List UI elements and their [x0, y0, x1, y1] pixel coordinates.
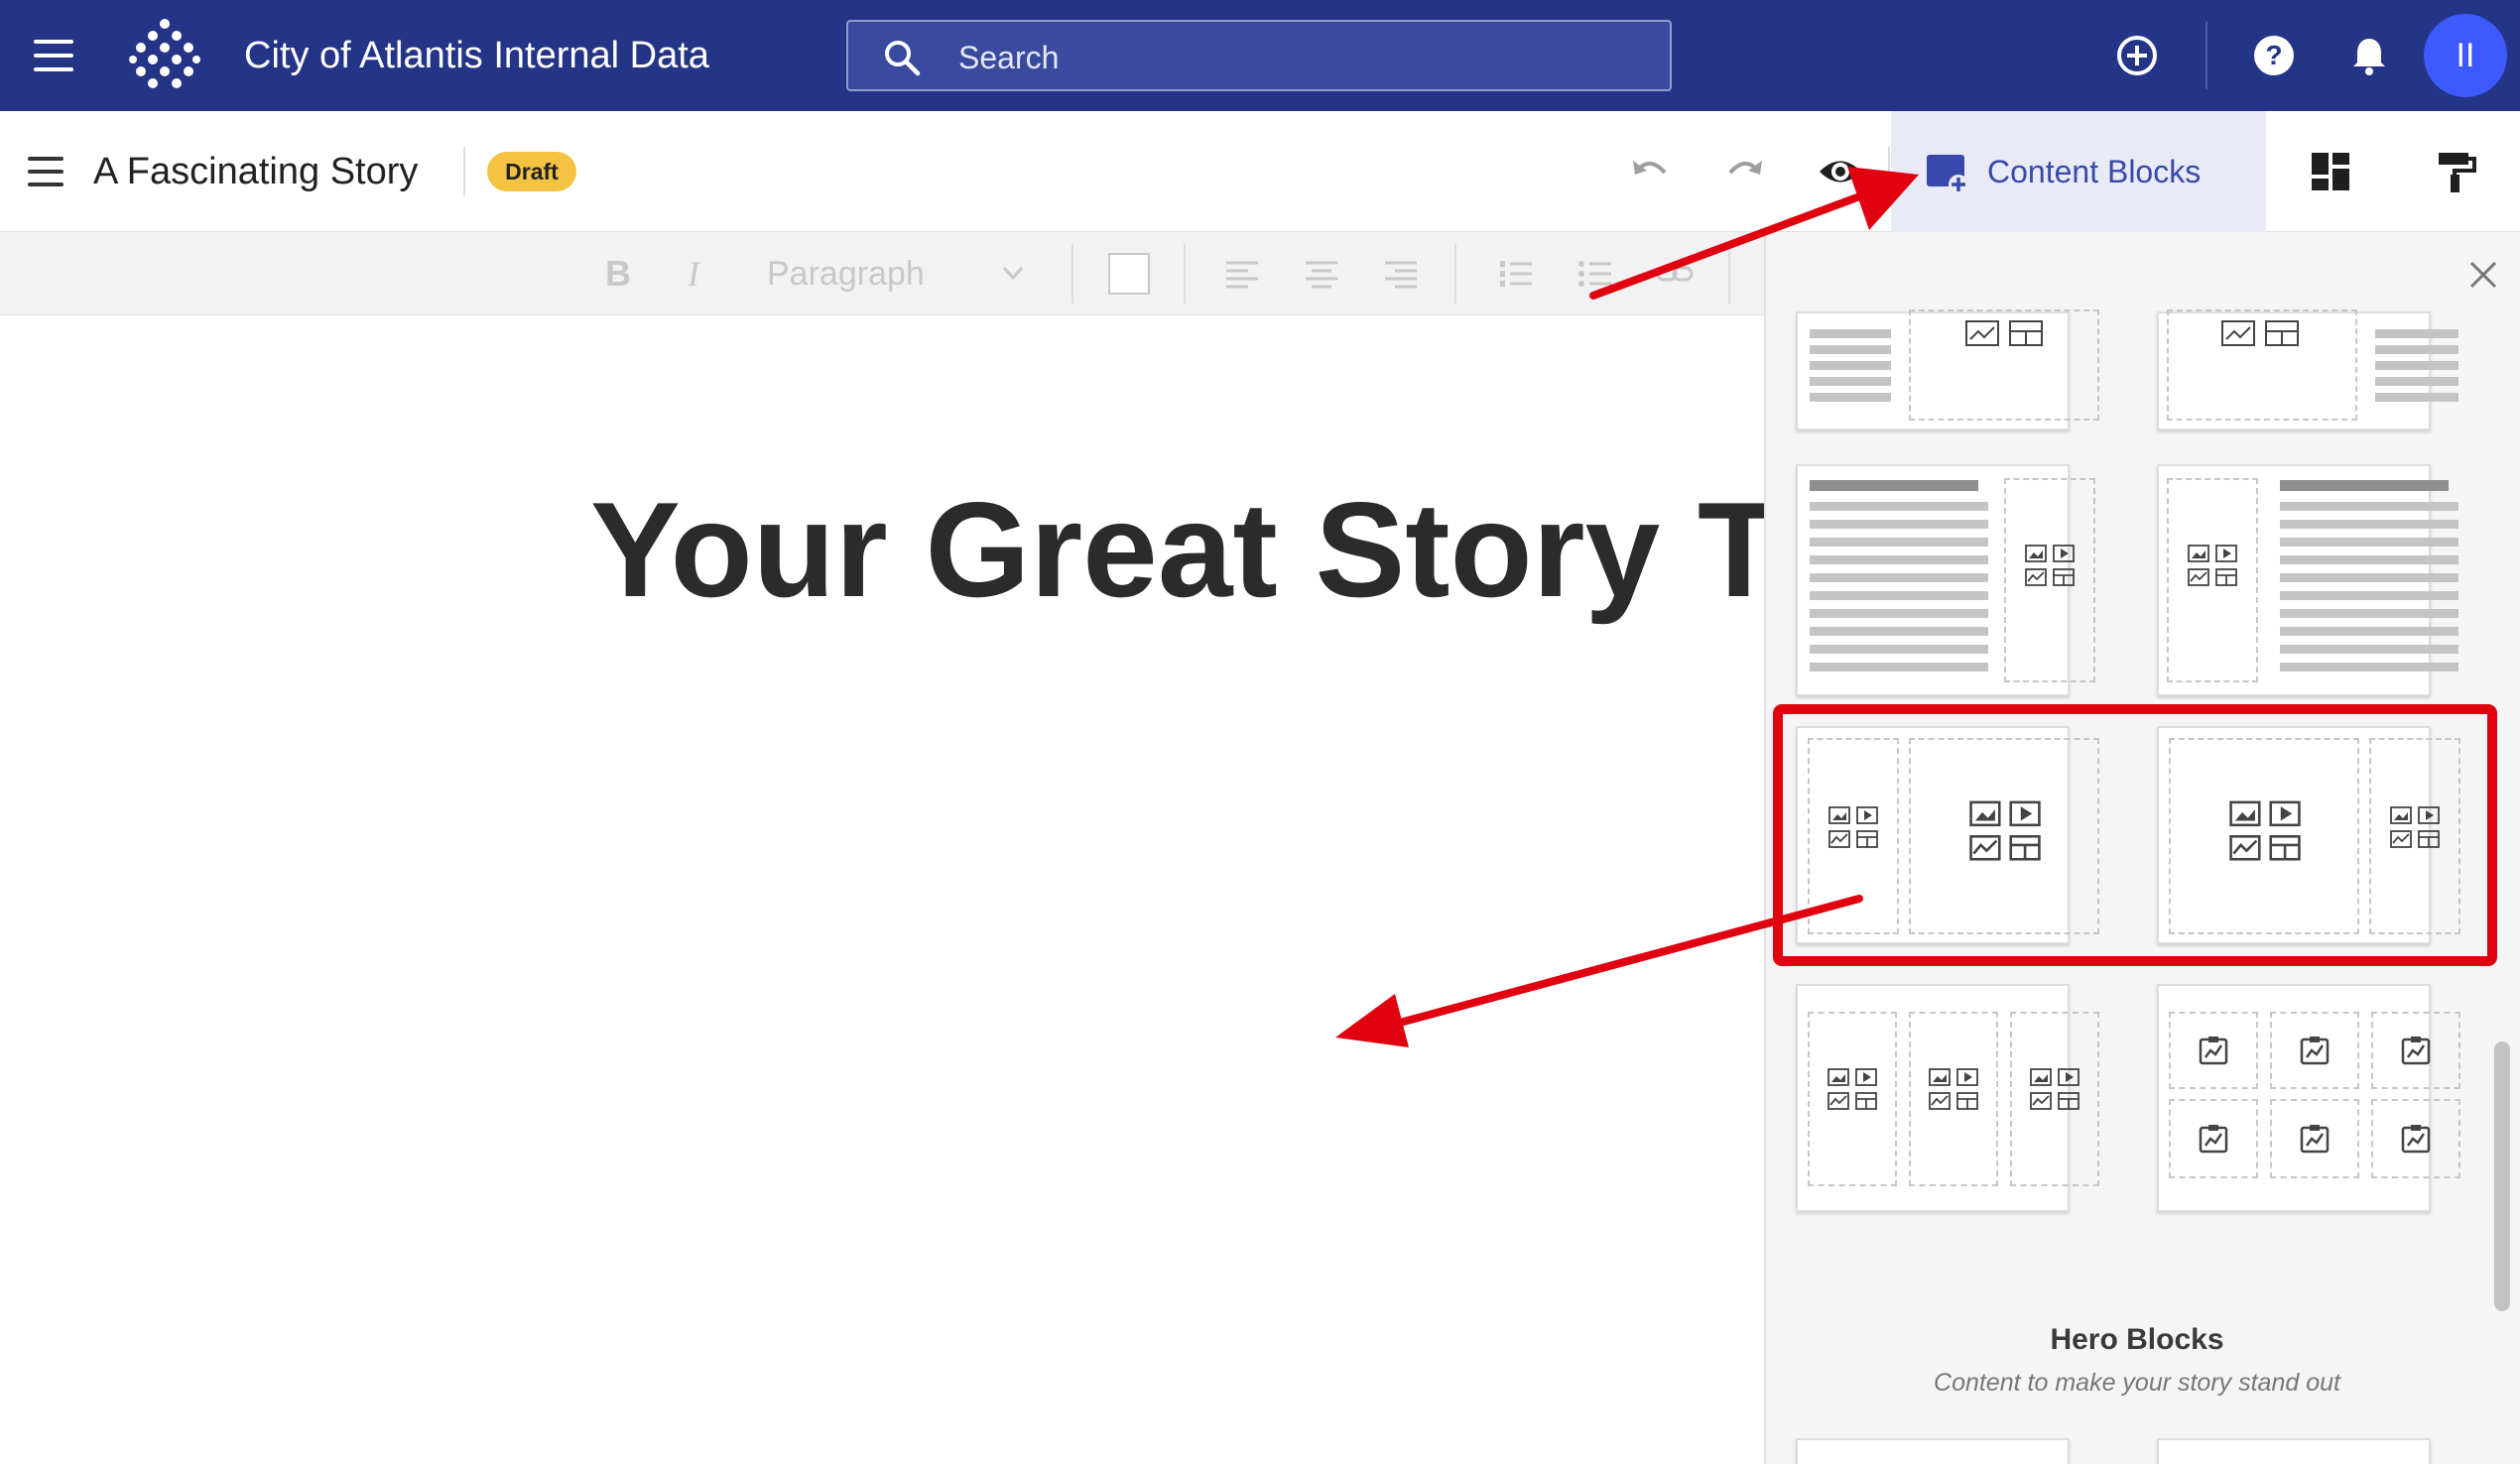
align-right-icon[interactable] — [1381, 254, 1421, 294]
search-icon — [885, 41, 921, 76]
align-left-icon[interactable] — [1222, 254, 1262, 294]
story-heading[interactable]: Your Great Story T — [590, 470, 1780, 629]
preview-eye-icon[interactable] — [1818, 149, 1863, 194]
header-divider-2 — [1888, 147, 1890, 196]
hero-blocks-heading: Hero Blocks — [2050, 1323, 2224, 1356]
content-blocks-label: Content Blocks — [1987, 154, 2202, 189]
block-media-small-large[interactable] — [1796, 726, 2099, 944]
visualization-icon — [2300, 1037, 2330, 1065]
content-blocks-tab[interactable]: Content Blocks — [1891, 111, 2266, 232]
bold-button[interactable]: B — [605, 252, 631, 296]
close-icon[interactable] — [2466, 258, 2500, 292]
status-badge: Draft — [487, 152, 576, 191]
help-icon[interactable]: ? — [2252, 34, 2296, 77]
media-grid-icon — [2229, 800, 2301, 861]
search-input[interactable]: Search — [846, 20, 1672, 91]
add-circle-icon[interactable] — [2115, 34, 2159, 77]
media-grid-icon — [1827, 1068, 1877, 1110]
block-media-article-left[interactable] — [2157, 464, 2458, 696]
align-center-icon[interactable] — [1302, 254, 1341, 294]
media-grid-icon — [2390, 806, 2440, 848]
media-grid-icon — [2188, 545, 2237, 586]
toolbar-divider — [1184, 244, 1186, 304]
media-grid-icon — [1828, 806, 1878, 848]
svg-text:?: ? — [2265, 40, 2282, 70]
toolbar-divider — [1728, 244, 1730, 304]
bell-icon[interactable] — [2347, 34, 2391, 77]
block-text-media-left[interactable] — [1796, 309, 2099, 430]
chart-table-icon — [2221, 320, 2299, 346]
content-blocks-panel: Hero Blocks Content to make your story s… — [1764, 232, 2520, 1464]
media-grid-icon — [1929, 1068, 1978, 1110]
link-icon[interactable] — [1655, 254, 1695, 294]
block-three-media[interactable] — [1796, 984, 2099, 1212]
main-menu-icon[interactable] — [34, 40, 73, 71]
content-blocks-add-icon — [1927, 155, 1968, 194]
formatting-toolbar: B I Paragraph — [0, 232, 1764, 315]
app-title[interactable]: City of Atlantis Internal Data — [244, 30, 709, 81]
story-header: A Fascinating Story Draft Content Blocks — [0, 111, 2520, 232]
hero-blocks-subtitle: Content to make your story stand out — [1934, 1369, 2340, 1397]
numbered-list-icon[interactable] — [1496, 254, 1536, 294]
dots-logo-icon[interactable] — [127, 18, 202, 93]
undo-icon[interactable] — [1627, 149, 1673, 194]
visualization-icon — [2199, 1125, 2228, 1154]
top-app-bar: City of Atlantis Internal Data Search ? … — [0, 0, 2520, 111]
media-grid-icon — [2025, 545, 2075, 586]
paragraph-style-select[interactable]: Paragraph — [767, 252, 925, 296]
toolbar-divider — [1454, 244, 1456, 304]
visualization-icon — [2199, 1037, 2228, 1065]
block-article-media-right[interactable] — [1796, 464, 2095, 696]
block-media-text-right[interactable] — [2157, 309, 2458, 430]
bulleted-list-icon[interactable] — [1575, 254, 1615, 294]
visualization-icon — [2300, 1125, 2330, 1154]
paint-roller-icon[interactable] — [2433, 149, 2478, 194]
header-divider — [463, 147, 465, 196]
story-menu-icon[interactable] — [28, 157, 63, 186]
toolbar-divider — [1071, 244, 1073, 304]
topbar-divider — [2205, 22, 2207, 89]
story-title[interactable]: A Fascinating Story — [93, 147, 418, 196]
redo-icon[interactable] — [1722, 149, 1768, 194]
chevron-down-icon[interactable] — [998, 258, 1028, 288]
hero-block-2[interactable] — [2157, 1438, 2431, 1464]
block-media-large-small[interactable] — [2157, 726, 2460, 944]
text-color-swatch[interactable] — [1108, 253, 1150, 295]
media-grid-icon — [2030, 1068, 2079, 1110]
hero-block-1[interactable] — [1796, 1438, 2070, 1464]
visualization-icon — [2401, 1037, 2431, 1065]
search-placeholder: Search — [958, 40, 1060, 75]
italic-button[interactable]: I — [688, 252, 699, 296]
layout-dashboard-icon[interactable] — [2308, 149, 2353, 194]
block-six-visualizations[interactable] — [2157, 984, 2460, 1212]
chart-table-icon — [1965, 320, 2043, 346]
panel-scrollbar[interactable] — [2494, 1041, 2510, 1311]
media-grid-icon — [1969, 800, 2041, 861]
user-avatar[interactable]: II — [2424, 14, 2507, 97]
visualization-icon — [2401, 1125, 2431, 1154]
